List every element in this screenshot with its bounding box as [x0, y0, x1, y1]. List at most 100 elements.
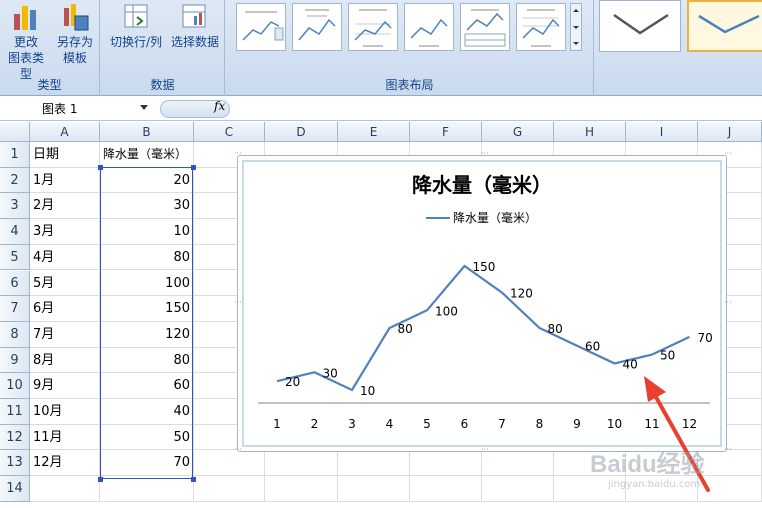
row-header-7[interactable]: 7 — [0, 296, 30, 322]
cell-a13[interactable]: 12月 — [30, 450, 100, 477]
chart-layout-5[interactable] — [460, 3, 510, 51]
column-header-b[interactable]: B — [100, 122, 194, 142]
row-header-4[interactable]: 4 — [0, 219, 30, 245]
layout-gallery-scroll[interactable] — [570, 3, 582, 51]
row-header-1[interactable]: 1 — [0, 142, 30, 168]
row-header-12[interactable]: 12 — [0, 424, 30, 451]
select-data-button[interactable]: 选择数据 — [167, 2, 223, 50]
chart-resize-handle[interactable]: ··· — [724, 299, 732, 307]
row-header-6[interactable]: 6 — [0, 270, 30, 297]
cell-b5[interactable]: 80 — [100, 244, 194, 271]
column-header-d[interactable]: D — [265, 122, 338, 142]
row-header-11[interactable]: 11 — [0, 399, 30, 425]
cell-a8[interactable]: 7月 — [30, 321, 100, 348]
chart-title[interactable]: 降水量（毫米） — [412, 173, 552, 197]
row-header-13[interactable]: 13 — [0, 450, 30, 477]
cell-a4[interactable]: 3月 — [30, 219, 100, 245]
chart-resize-handle[interactable]: ··· — [481, 446, 489, 454]
data-label[interactable]: 80 — [398, 322, 413, 336]
data-label[interactable]: 20 — [285, 375, 300, 389]
cell-b1[interactable]: 降水量（毫米） — [100, 142, 194, 168]
cell-d14[interactable] — [265, 476, 338, 502]
column-header-i[interactable]: I — [626, 122, 698, 142]
data-label[interactable]: 30 — [323, 366, 338, 380]
row-header-8[interactable]: 8 — [0, 321, 30, 348]
chart-layout-6[interactable] — [516, 3, 566, 51]
chart-resize-handle[interactable]: ··· — [724, 150, 732, 158]
cell-b12[interactable]: 50 — [100, 424, 194, 451]
cell-b14[interactable] — [100, 476, 194, 502]
name-box[interactable]: 图表 1 — [2, 99, 152, 119]
column-header-c[interactable]: C — [194, 122, 265, 142]
cell-b7[interactable]: 150 — [100, 296, 194, 322]
cell-b13[interactable]: 70 — [100, 450, 194, 477]
data-label[interactable]: 70 — [698, 331, 713, 345]
chart-layout-2[interactable] — [292, 3, 342, 51]
chart-style-2[interactable] — [687, 0, 762, 52]
row-header-3[interactable]: 3 — [0, 193, 30, 220]
cell-b8[interactable]: 120 — [100, 321, 194, 348]
cell-a7[interactable]: 6月 — [30, 296, 100, 322]
chart-style-1[interactable] — [599, 0, 681, 52]
row-header-5[interactable]: 5 — [0, 244, 30, 271]
cell-a14[interactable] — [30, 476, 100, 502]
cell-g14[interactable] — [482, 476, 554, 502]
cell-a3[interactable]: 2月 — [30, 193, 100, 220]
cell-a2[interactable]: 1月 — [30, 167, 100, 194]
column-header-e[interactable]: E — [338, 122, 410, 142]
chart-layout-1[interactable] — [236, 3, 286, 51]
chart-resize-handle[interactable]: ··· — [724, 446, 732, 454]
data-label[interactable]: 150 — [473, 260, 496, 274]
data-label[interactable]: 100 — [435, 304, 458, 318]
chart-resize-handle[interactable]: ··· — [234, 299, 242, 307]
data-label[interactable]: 60 — [585, 340, 600, 354]
data-label[interactable]: 80 — [548, 322, 563, 336]
cell-b10[interactable]: 60 — [100, 373, 194, 399]
cell-a5[interactable]: 4月 — [30, 244, 100, 271]
cell-b4[interactable]: 10 — [100, 219, 194, 245]
column-header-j[interactable]: J — [698, 122, 762, 142]
cell-b3[interactable]: 30 — [100, 193, 194, 220]
cell-f13[interactable] — [410, 450, 482, 477]
cell-d13[interactable] — [265, 450, 338, 477]
cell-b9[interactable]: 80 — [100, 347, 194, 374]
data-label[interactable]: 50 — [660, 349, 675, 363]
cell-a1[interactable]: 日期 — [30, 142, 100, 168]
chart-resize-handle[interactable]: ··· — [481, 150, 489, 158]
chart-resize-handle[interactable]: ··· — [234, 446, 242, 454]
cell-a6[interactable]: 5月 — [30, 270, 100, 297]
row-header-14[interactable]: 14 — [0, 476, 30, 502]
cell-c14[interactable] — [194, 476, 265, 502]
save-as-template-button[interactable]: 另存为 模板 — [52, 2, 98, 66]
cell-f14[interactable] — [410, 476, 482, 502]
chevron-down-icon[interactable] — [140, 105, 148, 110]
cell-g13[interactable] — [482, 450, 554, 477]
cell-a10[interactable]: 9月 — [30, 373, 100, 399]
cell-c13[interactable] — [194, 450, 265, 477]
cell-b6[interactable]: 100 — [100, 270, 194, 297]
cell-b11[interactable]: 40 — [100, 399, 194, 425]
column-header-h[interactable]: H — [554, 122, 626, 142]
cell-b2[interactable]: 20 — [100, 167, 194, 194]
data-label[interactable]: 10 — [360, 384, 375, 398]
cell-e13[interactable] — [338, 450, 410, 477]
chart-layout-3[interactable] — [348, 3, 398, 51]
chart-layout-4[interactable] — [404, 3, 454, 51]
change-chart-type-button[interactable]: 更改 图表类型 — [4, 2, 48, 82]
row-header-10[interactable]: 10 — [0, 373, 30, 399]
column-header-f[interactable]: F — [410, 122, 482, 142]
cell-a9[interactable]: 8月 — [30, 347, 100, 374]
switch-row-column-button[interactable]: 切换行/列 — [107, 2, 165, 50]
cell-a12[interactable]: 11月 — [30, 424, 100, 451]
cell-e14[interactable] — [338, 476, 410, 502]
select-all-corner[interactable] — [0, 122, 30, 142]
data-label[interactable]: 120 — [510, 287, 533, 301]
row-header-2[interactable]: 2 — [0, 167, 30, 194]
fx-icon[interactable]: fx — [214, 99, 225, 113]
chart-resize-handle[interactable]: ··· — [234, 150, 242, 158]
column-header-g[interactable]: G — [482, 122, 554, 142]
column-header-a[interactable]: A — [30, 122, 100, 142]
cell-a11[interactable]: 10月 — [30, 399, 100, 425]
chart-legend[interactable]: 降水量（毫米） — [426, 210, 537, 225]
row-header-9[interactable]: 9 — [0, 347, 30, 374]
